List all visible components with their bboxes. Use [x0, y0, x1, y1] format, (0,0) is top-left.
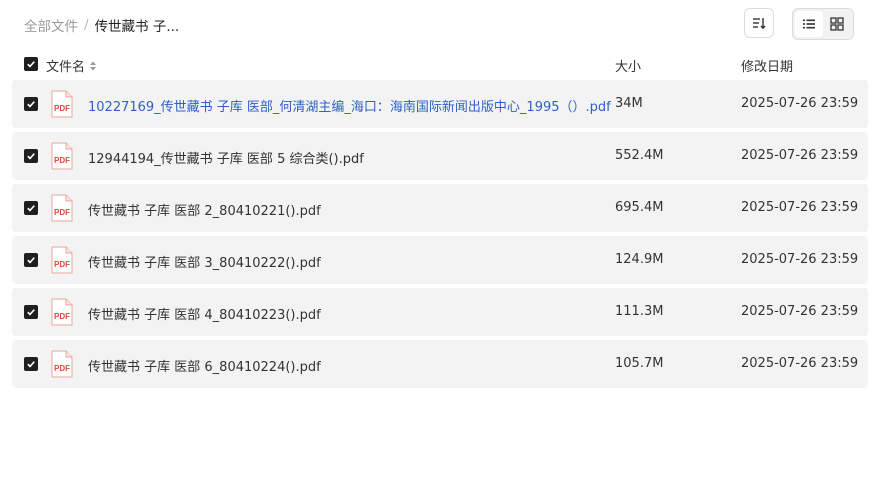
row-checkbox[interactable] — [24, 305, 38, 319]
file-modified-date: 2025-07-26 23:59 — [741, 356, 859, 371]
select-all-checkbox[interactable] — [24, 57, 38, 71]
sort-toggle-icon — [90, 61, 97, 70]
pdf-file-icon: PDF — [51, 350, 73, 378]
breadcrumb-root[interactable]: 全部文件 — [24, 15, 78, 35]
pdf-file-icon: PDF — [51, 246, 73, 274]
file-modified-date: 2025-07-26 23:59 — [741, 96, 859, 111]
list-view-button[interactable] — [795, 11, 823, 37]
pdf-file-icon: PDF — [51, 298, 73, 326]
check-icon — [27, 309, 35, 316]
column-name-header[interactable]: 文件名 — [46, 56, 97, 75]
sort-button[interactable] — [744, 8, 774, 38]
row-checkbox[interactable] — [24, 357, 38, 371]
top-bar: 全部文件 / 传世藏书 子... — [0, 0, 878, 48]
check-icon — [27, 205, 35, 212]
file-name[interactable]: 传世藏书 子库 医部 2_80410221().pdf — [88, 200, 321, 219]
file-size: 124.9M — [615, 252, 664, 267]
file-row[interactable]: PDF 12944194_传世藏书 子库 医部 5 综合类().pdf 552.… — [12, 132, 868, 180]
file-name[interactable]: 传世藏书 子库 医部 4_80410223().pdf — [88, 304, 321, 323]
svg-text:PDF: PDF — [54, 104, 70, 113]
breadcrumb-separator: / — [84, 17, 89, 33]
grid-view-icon — [830, 17, 844, 31]
svg-text:PDF: PDF — [54, 364, 70, 373]
file-modified-date: 2025-07-26 23:59 — [741, 148, 859, 163]
svg-text:PDF: PDF — [54, 260, 70, 269]
file-modified-date: 2025-07-26 23:59 — [741, 304, 859, 319]
file-size: 105.7M — [615, 356, 664, 371]
row-checkbox[interactable] — [24, 201, 38, 215]
grid-view-button[interactable] — [823, 11, 851, 37]
file-row[interactable]: PDF 传世藏书 子库 医部 4_80410223().pdf 111.3M 2… — [12, 288, 868, 336]
file-modified-date: 2025-07-26 23:59 — [741, 252, 859, 267]
check-icon — [27, 153, 35, 160]
check-icon — [27, 61, 35, 68]
pdf-file-icon: PDF — [51, 194, 73, 222]
table-header: 文件名 大小 修改日期 — [0, 48, 878, 80]
file-modified-date: 2025-07-26 23:59 — [741, 200, 859, 215]
row-checkbox[interactable] — [24, 97, 38, 111]
svg-text:PDF: PDF — [54, 312, 70, 321]
check-icon — [27, 101, 35, 108]
svg-text:PDF: PDF — [54, 208, 70, 217]
list-view-icon — [803, 19, 815, 29]
check-icon — [27, 361, 35, 368]
sort-descending-icon — [753, 18, 766, 30]
row-checkbox[interactable] — [24, 149, 38, 163]
column-date-header[interactable]: 修改日期 — [741, 56, 793, 75]
column-size-header[interactable]: 大小 — [615, 56, 641, 75]
file-name[interactable]: 传世藏书 子库 医部 3_80410222().pdf — [88, 252, 321, 271]
svg-text:PDF: PDF — [54, 156, 70, 165]
breadcrumb: 全部文件 / 传世藏书 子... — [24, 15, 179, 35]
file-size: 111.3M — [615, 304, 664, 319]
file-row[interactable]: PDF 传世藏书 子库 医部 3_80410222().pdf 124.9M 2… — [12, 236, 868, 284]
file-row[interactable]: PDF 传世藏书 子库 医部 6_80410224().pdf 105.7M 2… — [12, 340, 868, 388]
file-row[interactable]: PDF 10227169_传世藏书 子库 医部_何清湖主编_海口：海南国际新闻出… — [12, 80, 868, 128]
file-name[interactable]: 12944194_传世藏书 子库 医部 5 综合类().pdf — [88, 148, 364, 167]
column-name-label: 文件名 — [46, 60, 86, 75]
file-size: 34M — [615, 96, 643, 111]
row-checkbox[interactable] — [24, 253, 38, 267]
file-size: 552.4M — [615, 148, 664, 163]
file-row[interactable]: PDF 传世藏书 子库 医部 2_80410221().pdf 695.4M 2… — [12, 184, 868, 232]
pdf-file-icon: PDF — [51, 90, 73, 118]
view-toggle — [792, 8, 854, 40]
check-icon — [27, 257, 35, 264]
breadcrumb-current: 传世藏书 子... — [94, 19, 180, 35]
file-name[interactable]: 10227169_传世藏书 子库 医部_何清湖主编_海口：海南国际新闻出版中心_… — [88, 96, 611, 115]
file-size: 695.4M — [615, 200, 664, 215]
file-name[interactable]: 传世藏书 子库 医部 6_80410224().pdf — [88, 356, 321, 375]
pdf-file-icon: PDF — [51, 142, 73, 170]
